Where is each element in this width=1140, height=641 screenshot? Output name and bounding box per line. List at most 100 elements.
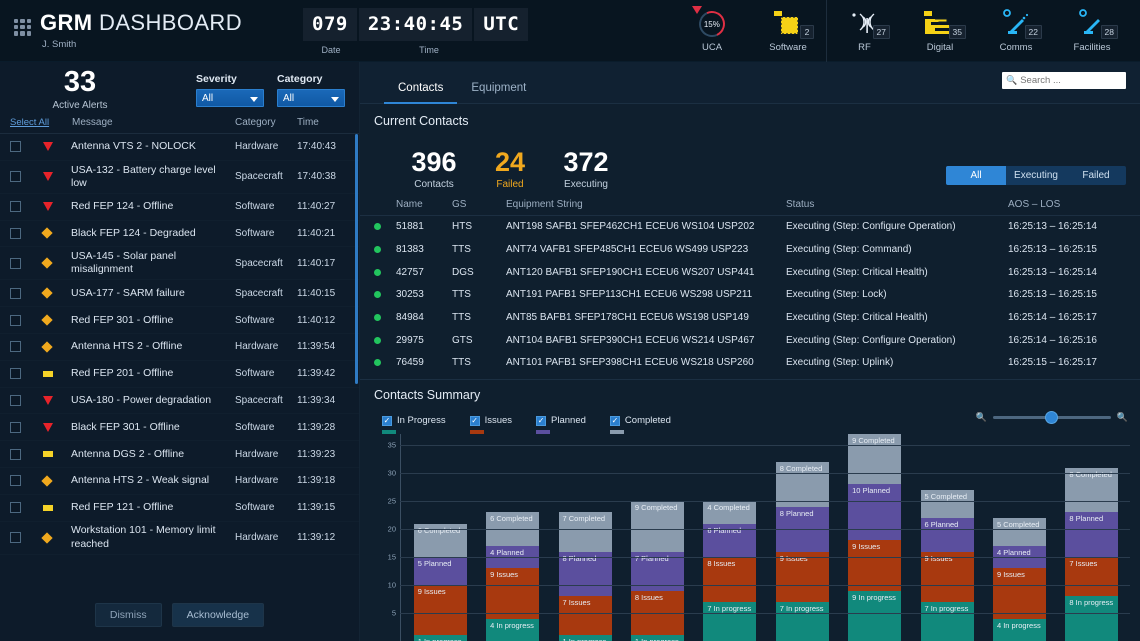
chart-zoom-control[interactable]: 🔍 🔍 xyxy=(976,410,1128,424)
alert-checkbox[interactable] xyxy=(10,141,21,153)
alert-checkbox[interactable] xyxy=(10,227,21,239)
stacked-bar[interactable]: 5 Completed 6 Planned 9 Issues 7 In progres… xyxy=(920,489,974,641)
alert-checkbox[interactable] xyxy=(10,171,21,183)
alert-row[interactable]: Black FEP 301 - Offline Software 11:39:28 xyxy=(0,414,359,442)
severity-label: Severity xyxy=(196,73,237,85)
alert-checkbox[interactable] xyxy=(10,448,21,460)
alert-category: Software xyxy=(235,421,275,433)
table-row[interactable]: 29975 GTS ANT104 BAFB1 SFEP390CH1 ECEU6 WS… xyxy=(360,329,1140,352)
legend-checkbox[interactable]: ✓ xyxy=(536,415,547,426)
alerts-scrollbar[interactable] xyxy=(355,134,358,384)
bar-segment-label: 8 Completed xyxy=(779,464,823,473)
tab-equipment[interactable]: Equipment xyxy=(457,82,540,103)
alert-row[interactable]: Workstation 101 - Memory limit reached Ha… xyxy=(0,522,359,555)
nav-item-facilities[interactable]: 28 Facilities xyxy=(1054,0,1130,62)
alert-row[interactable]: Red FEP 124 - Offline Software 11:40:27 xyxy=(0,194,359,221)
stacked-bar[interactable]: 6 Completed 5 Planned 9 Issues 1 In progres… xyxy=(413,523,467,641)
legend-checkbox[interactable]: ✓ xyxy=(609,415,620,426)
table-row[interactable]: 76459 TTS ANT101 PAFB1 SFEP398CH1 ECEU6 WS… xyxy=(360,352,1140,375)
category-value: All xyxy=(283,92,295,104)
alert-row[interactable]: Antenna HTS 2 - Offline Hardware 11:39:54 xyxy=(0,334,359,361)
digital-badge: 35 xyxy=(948,25,966,39)
severity-icon xyxy=(43,422,71,432)
alert-checkbox[interactable] xyxy=(10,287,21,299)
bar-segment-label: 9 Completed xyxy=(634,503,678,513)
alert-row[interactable]: USA-180 - Power degradation Spacecraft 11:… xyxy=(0,388,359,415)
alert-checkbox[interactable] xyxy=(10,421,21,433)
table-row[interactable]: 84984 TTS ANT85 BAFB1 SFEP178CH1 ECEU6 WS1… xyxy=(360,307,1140,330)
legend-item[interactable]: ✓ Planned xyxy=(536,415,586,435)
stacked-bar[interactable]: 4 Completed 6 Planned 8 Issues 7 In progres… xyxy=(703,501,757,641)
legend-checkbox[interactable]: ✓ xyxy=(469,415,480,426)
table-row[interactable]: 30253 TTS ANT191 PAFB1 SFEP113CH1 ECEU6 WS… xyxy=(360,284,1140,307)
search-box[interactable]: 🔍 xyxy=(1002,72,1126,89)
stacked-bar[interactable]: 5 Completed 4 Planned 9 Issues 4 In progres… xyxy=(992,517,1046,641)
category-select[interactable]: All xyxy=(277,89,345,107)
alert-row[interactable]: Black FEP 124 - Degraded Software 11:40:21 xyxy=(0,221,359,248)
alert-row[interactable]: USA-177 - SARM failure Spacecraft 11:40:15 xyxy=(0,280,359,308)
table-row[interactable]: 81383 TTS ANT74 VAFB1 SFEP485CH1 ECEU6 WS4… xyxy=(360,239,1140,262)
stacked-bar[interactable]: 9 Completed 7 Planned 8 Issues 1 In progres… xyxy=(630,501,684,641)
bar-segment-label: 8 Issues xyxy=(707,559,736,569)
zoom-slider-thumb[interactable] xyxy=(1044,410,1058,424)
alert-checkbox[interactable] xyxy=(10,532,21,544)
nav-item-digital[interactable]: 35 Digital xyxy=(902,0,978,62)
alert-row[interactable]: Antenna VTS 2 - NOLOCK Hardware 17:40:43 xyxy=(0,134,359,161)
dismiss-button[interactable]: Dismiss xyxy=(94,603,162,627)
acknowledge-button[interactable]: Acknowledge xyxy=(171,603,265,627)
contacts-table-body: 51881 HTS ANT198 SAFB1 SFEP462CH1 ECEU6 WS… xyxy=(360,216,1140,375)
nav-item-software[interactable]: 2 Software xyxy=(750,0,826,62)
alert-checkbox[interactable] xyxy=(10,341,21,353)
stacked-bar[interactable]: 8 Completed 8 Planned 7 Issues 8 In progres… xyxy=(1065,467,1119,641)
select-all-link[interactable]: Select All xyxy=(10,117,72,128)
alert-row[interactable]: Red FEP 301 - Offline Software 11:40:12 xyxy=(0,307,359,334)
alert-checkbox[interactable] xyxy=(10,314,21,326)
contacts-summary-section: Contacts Summary ✓ In Progress ✓ Issues ✓ Pla… xyxy=(360,378,1140,641)
legend-item[interactable]: ✓ Issues xyxy=(469,415,512,435)
legend-item[interactable]: ✓ In Progress xyxy=(382,415,446,435)
bar-segment-label: 4 Planned xyxy=(490,547,524,557)
filter-all-button[interactable]: All xyxy=(946,166,1006,185)
alert-checkbox[interactable] xyxy=(10,502,21,514)
search-input[interactable] xyxy=(1020,75,1121,86)
nav-item-uca[interactable]: 15% UCA xyxy=(674,0,750,62)
bar-segment: 4 Completed xyxy=(703,501,757,524)
bar-segment: 9 Issues xyxy=(413,585,467,636)
bar-segment-label: 9 In progress xyxy=(852,592,896,602)
alert-time: 11:39:34 xyxy=(297,394,336,406)
alert-checkbox[interactable] xyxy=(10,368,21,380)
stacked-bar[interactable]: 8 Completed 8 Planned 9 Issues 7 In progres… xyxy=(775,462,829,641)
zoom-slider-track[interactable] xyxy=(992,410,1111,424)
chart-bars: 6 Completed 5 Planned 9 Issues 1 In progres… xyxy=(404,434,1128,641)
alerts-list[interactable]: Antenna VTS 2 - NOLOCK Hardware 17:40:43 US… xyxy=(0,134,359,589)
alert-row[interactable]: USA-132 - Battery charge level low Spacec… xyxy=(0,161,359,194)
status-filter-group: All Executing Failed xyxy=(946,166,1126,185)
tab-contacts[interactable]: Contacts xyxy=(384,82,458,104)
alert-row[interactable]: Antenna HTS 2 - Weak signal Hardware 11:39… xyxy=(0,468,359,495)
filter-severity: Severity All xyxy=(196,73,264,107)
alert-checkbox[interactable] xyxy=(10,201,21,213)
alert-checkbox[interactable] xyxy=(10,257,21,269)
legend-checkbox[interactable]: ✓ xyxy=(382,415,392,426)
alert-checkbox[interactable] xyxy=(10,475,21,487)
table-row[interactable]: 51881 HTS ANT198 SAFB1 SFEP462CH1 ECEU6 WS… xyxy=(360,216,1140,239)
uca-badge: 15% xyxy=(703,18,721,28)
stacked-bar[interactable]: 6 Completed 4 Planned 9 Issues 4 In progres… xyxy=(486,512,540,641)
alert-row[interactable]: Red FEP 201 - Offline Software 11:39:42 xyxy=(0,361,359,388)
nav-item-comms[interactable]: 22 Comms xyxy=(978,0,1054,62)
contact-gs: TTS xyxy=(452,312,471,324)
stacked-bar[interactable]: 9 Completed 10 Planned 9 Issues 9 In progre… xyxy=(848,434,902,641)
legend-item[interactable]: ✓ Completed xyxy=(609,415,671,435)
severity-select[interactable]: All xyxy=(196,89,264,107)
alert-checkbox[interactable] xyxy=(10,394,21,406)
filter-failed-button[interactable]: Failed xyxy=(1066,166,1126,185)
table-row[interactable]: 42757 DGS ANT120 BAFB1 SFEP190CH1 ECEU6 WS… xyxy=(360,261,1140,284)
alert-row[interactable]: Antenna DGS 2 - Offline Hardware 11:39:23 xyxy=(0,441,359,468)
filter-executing-button[interactable]: Executing xyxy=(1006,166,1066,185)
stacked-bar[interactable]: 7 Completed 8 Planned 7 Issues 1 In progres… xyxy=(558,512,612,641)
alert-row[interactable]: USA-145 - Solar panel misalignment Spacec… xyxy=(0,247,359,281)
alert-row[interactable]: Red FEP 121 - Offline Software 11:39:15 xyxy=(0,495,359,522)
clock: 079 23:40:45 UTC Date Time xyxy=(303,8,529,55)
nav-item-rf[interactable]: 27 RF xyxy=(826,0,902,62)
grid-line xyxy=(400,528,1130,530)
